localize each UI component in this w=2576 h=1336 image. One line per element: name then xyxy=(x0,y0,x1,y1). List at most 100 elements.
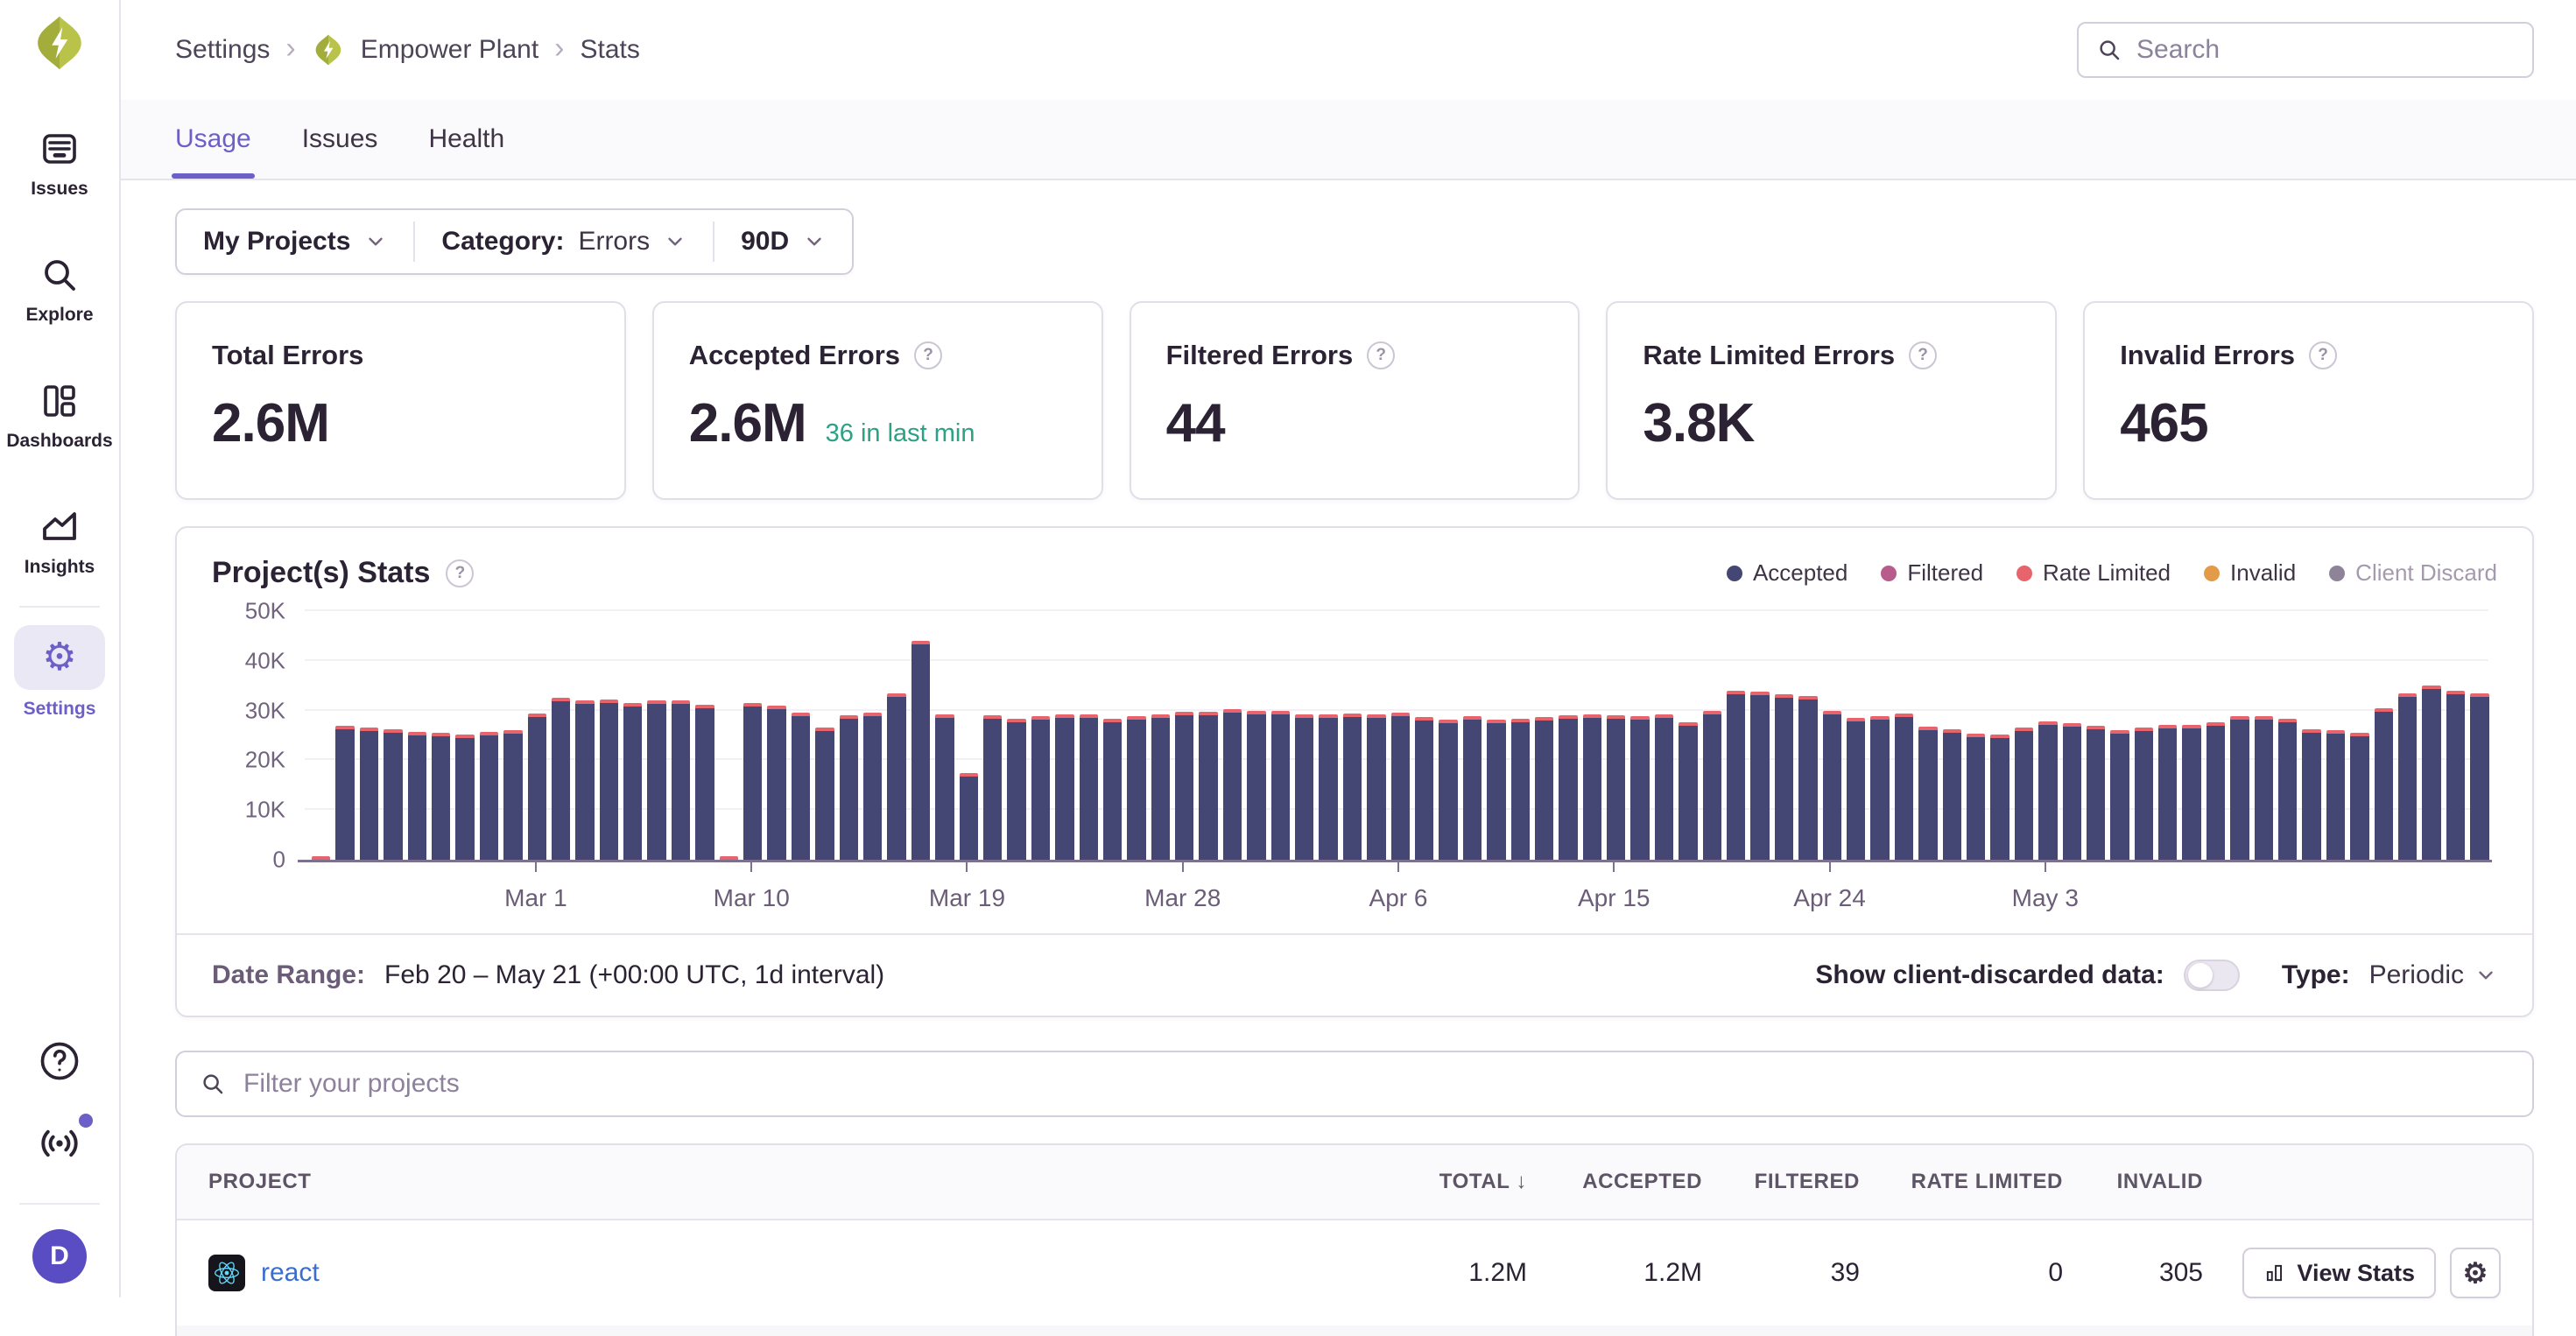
chart-bar[interactable] xyxy=(1535,717,1553,860)
column-header-filtered[interactable]: FILTERED xyxy=(1702,1170,1860,1194)
column-header-accepted[interactable]: ACCEPTED xyxy=(1527,1170,1702,1194)
chart-bar[interactable] xyxy=(1080,714,1098,860)
help-icon[interactable]: ? xyxy=(446,559,474,587)
chart-bar[interactable] xyxy=(408,732,426,860)
legend-item[interactable]: Accepted xyxy=(1727,559,1848,587)
chart-bar[interactable] xyxy=(1607,715,1625,860)
breadcrumb-org[interactable]: Empower Plant xyxy=(361,35,538,65)
chart-bar[interactable] xyxy=(552,698,570,860)
view-stats-button[interactable]: View Stats xyxy=(2242,1248,2436,1298)
chart-bar[interactable] xyxy=(1943,729,1961,860)
chart-bar[interactable] xyxy=(1127,716,1145,860)
sidebar-item-dashboards[interactable]: Dashboards xyxy=(3,380,116,452)
chart-bar[interactable] xyxy=(432,733,450,860)
chart-bar[interactable] xyxy=(1990,735,2009,860)
chart-bar[interactable] xyxy=(2398,693,2417,860)
tab-issues[interactable]: Issues xyxy=(302,100,378,179)
type-dropdown[interactable]: Periodic xyxy=(2369,960,2497,990)
search-input[interactable] xyxy=(2136,35,2515,65)
tab-health[interactable]: Health xyxy=(428,100,504,179)
chart-bar[interactable] xyxy=(2422,686,2440,860)
chart-bar[interactable] xyxy=(2230,716,2249,860)
column-header-invalid[interactable]: INVALID xyxy=(2063,1170,2203,1194)
chart-bar[interactable] xyxy=(1463,716,1482,860)
chart-bar[interactable] xyxy=(384,729,402,860)
chart-bar[interactable] xyxy=(1798,696,1817,860)
chart-bar[interactable] xyxy=(1247,711,1265,860)
chart-bar[interactable] xyxy=(695,705,714,860)
chart-bar[interactable] xyxy=(455,735,474,860)
chart-bar[interactable] xyxy=(1415,717,1433,860)
chart-bar[interactable] xyxy=(983,715,1002,860)
chart-bar[interactable] xyxy=(2255,716,2273,860)
chart-bar[interactable] xyxy=(647,700,665,860)
legend-item[interactable]: Filtered xyxy=(1881,559,1983,587)
chart-bar[interactable] xyxy=(1895,714,1913,860)
chart-bar[interactable] xyxy=(1031,716,1050,860)
help-icon[interactable]: ? xyxy=(914,341,942,369)
chart-bar[interactable] xyxy=(960,773,978,860)
legend-item[interactable]: Invalid xyxy=(2204,559,2296,587)
chart-bar[interactable] xyxy=(480,732,498,860)
help-icon[interactable]: ? xyxy=(1909,341,1937,369)
chart-bar[interactable] xyxy=(1199,712,1217,860)
chart-bar[interactable] xyxy=(1679,722,1697,860)
chart-bar[interactable] xyxy=(2206,722,2225,860)
column-header-total[interactable]: TOTAL ↓ xyxy=(1374,1170,1527,1194)
chart-bar[interactable] xyxy=(312,856,330,860)
chart-bar[interactable] xyxy=(1918,727,1937,860)
column-header-rate-limited[interactable]: RATE LIMITED xyxy=(1860,1170,2063,1194)
chart-bar[interactable] xyxy=(2375,708,2393,860)
chart-bar[interactable] xyxy=(2063,723,2081,860)
chart-bar[interactable] xyxy=(1295,714,1313,860)
sidebar-item-insights[interactable]: Insights xyxy=(3,506,116,578)
chart-bar[interactable] xyxy=(1967,734,1985,860)
tab-usage[interactable]: Usage xyxy=(175,100,251,179)
chart-bar[interactable] xyxy=(2087,726,2105,860)
user-avatar[interactable]: D xyxy=(32,1229,87,1283)
chart-bar[interactable] xyxy=(720,856,738,860)
column-header-project[interactable]: PROJECT xyxy=(208,1170,1374,1194)
chart-bar[interactable] xyxy=(2110,730,2129,860)
chart-bar[interactable] xyxy=(600,700,618,860)
project-settings-button[interactable]: ⚙ xyxy=(2450,1248,2501,1298)
breadcrumb-settings[interactable]: Settings xyxy=(175,35,270,65)
chart-bar[interactable] xyxy=(1847,718,1865,860)
project-filter-input[interactable] xyxy=(243,1069,2509,1099)
chart-bar[interactable] xyxy=(360,728,378,860)
chart-bar[interactable] xyxy=(1271,711,1290,860)
chart-bar[interactable] xyxy=(2015,728,2033,860)
chart-bar[interactable] xyxy=(1439,720,1457,860)
sidebar-item-issues[interactable]: Issues xyxy=(3,128,116,200)
chart-bar[interactable] xyxy=(2302,729,2320,860)
chart-bar[interactable] xyxy=(1655,714,1673,860)
chart-bar[interactable] xyxy=(743,703,762,860)
chart-bar[interactable] xyxy=(1823,711,1841,860)
chart-bar[interactable] xyxy=(2326,730,2345,860)
chart-bar[interactable] xyxy=(1055,714,1073,860)
chart-bar[interactable] xyxy=(1151,714,1170,860)
chart-bar[interactable] xyxy=(2135,728,2153,860)
client-discard-toggle[interactable] xyxy=(2184,960,2240,991)
global-search[interactable] xyxy=(2077,22,2534,78)
chart-bar[interactable] xyxy=(767,706,785,860)
chart-bar[interactable] xyxy=(1391,713,1410,860)
chart-bar[interactable] xyxy=(815,728,834,860)
chart-bar[interactable] xyxy=(672,700,690,860)
chart-bar[interactable] xyxy=(2182,725,2200,860)
help-icon[interactable]: ? xyxy=(1367,341,1395,369)
chart-bar[interactable] xyxy=(1487,720,1505,860)
chart-bar[interactable] xyxy=(2038,721,2057,860)
sidebar-item-explore[interactable]: Explore xyxy=(3,254,116,326)
chart-bar[interactable] xyxy=(503,730,522,860)
chart-bar[interactable] xyxy=(2350,733,2368,860)
chart-bar[interactable] xyxy=(1630,716,1649,860)
chart-bar[interactable] xyxy=(1583,714,1601,860)
chart-bar[interactable] xyxy=(1175,712,1193,860)
date-range-dropdown[interactable]: 90D xyxy=(714,210,852,273)
chart-bar[interactable] xyxy=(2158,725,2177,860)
chart-bar[interactable] xyxy=(792,713,810,860)
chart-bar[interactable] xyxy=(1007,719,1025,860)
chart-bar[interactable] xyxy=(911,641,930,860)
sidebar-item-settings[interactable]: ⚙ Settings xyxy=(3,625,116,720)
